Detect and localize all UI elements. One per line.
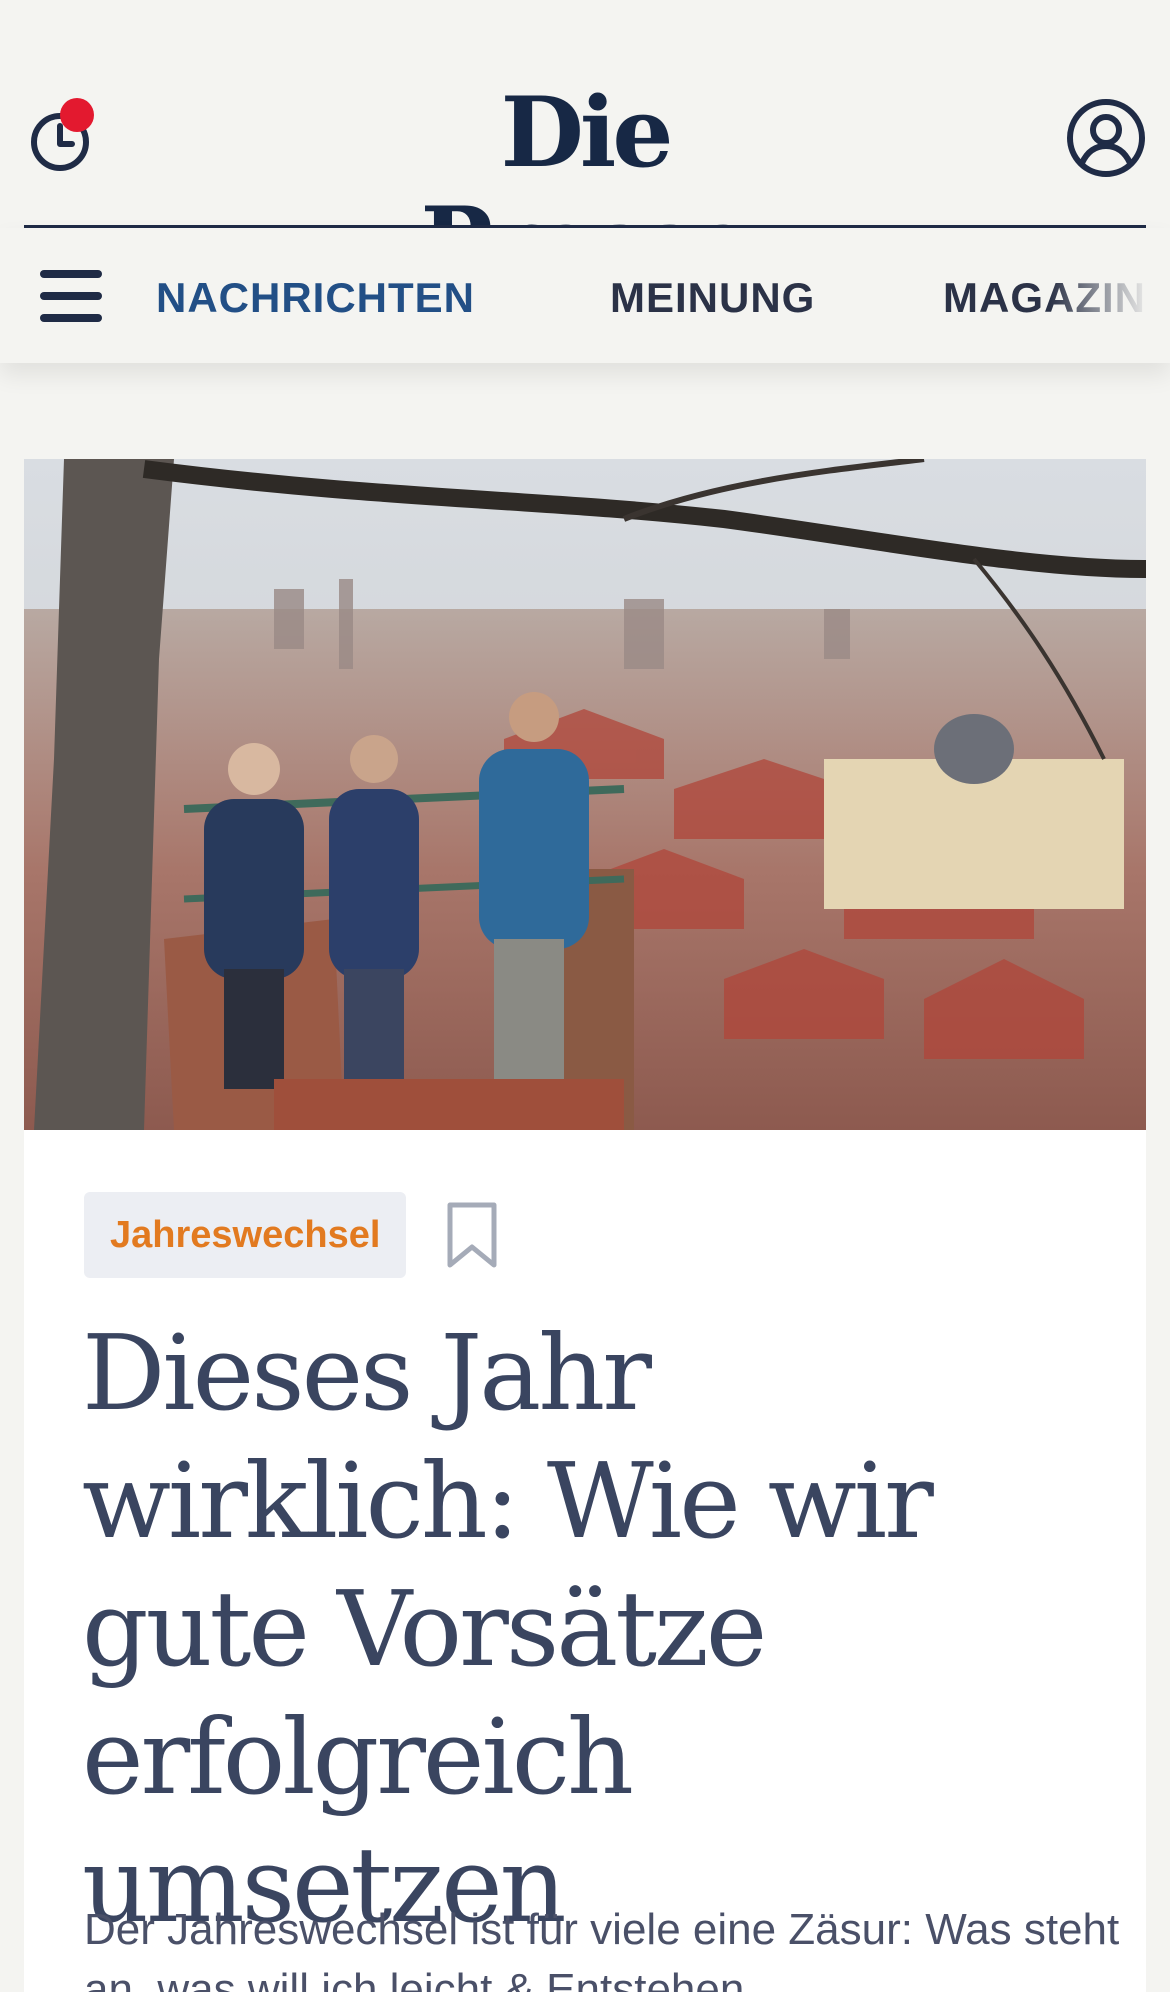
app-root: Die Presse NACHRICHTEN MEINUNG MAGAZIN: [0, 0, 1170, 1992]
hamburger-menu-icon: [40, 270, 102, 278]
article-card[interactable]: Jahreswechsel Dieses Jahr wirklich: Wie …: [24, 459, 1146, 1992]
headline-line: Dieses Jahr: [82, 1312, 652, 1434]
article-headline[interactable]: Dieses Jahr wirklich: Wie wir gute Vorsä…: [82, 1309, 1112, 1949]
site-logo[interactable]: Die Presse: [360, 78, 810, 298]
top-bar: Die Presse: [0, 0, 1170, 298]
hamburger-menu-icon-line: [40, 314, 102, 322]
bookmark-icon: [447, 1202, 497, 1268]
history-button[interactable]: [22, 92, 102, 178]
headline-line: wirklich: Wie wir: [82, 1440, 934, 1562]
nav-scroll-fade: [1050, 228, 1170, 363]
hamburger-menu-button[interactable]: [36, 268, 108, 328]
user-account-icon: [1067, 99, 1145, 177]
hero-photo: [24, 459, 1146, 1130]
site-header: Die Presse NACHRICHTEN MEINUNG MAGAZIN: [0, 0, 1170, 363]
hamburger-menu-icon-line: [40, 292, 102, 300]
nav-item-nachrichten[interactable]: NACHRICHTEN: [156, 270, 475, 326]
article-lead: Der Jahreswechsel ist für viele eine Zäs…: [84, 1905, 1120, 1992]
article-kicker-tag[interactable]: Jahreswechsel: [84, 1192, 407, 1278]
notification-dot: [60, 98, 94, 132]
bookmark-button[interactable]: [444, 1201, 500, 1271]
headline-line: gute Vorsätze: [82, 1568, 767, 1690]
nav-item-meinung[interactable]: MEINUNG: [610, 270, 815, 326]
article-hero-image[interactable]: [24, 459, 1146, 1130]
account-button[interactable]: [1064, 96, 1148, 180]
section-nav: NACHRICHTEN MEINUNG MAGAZIN: [0, 228, 1170, 363]
